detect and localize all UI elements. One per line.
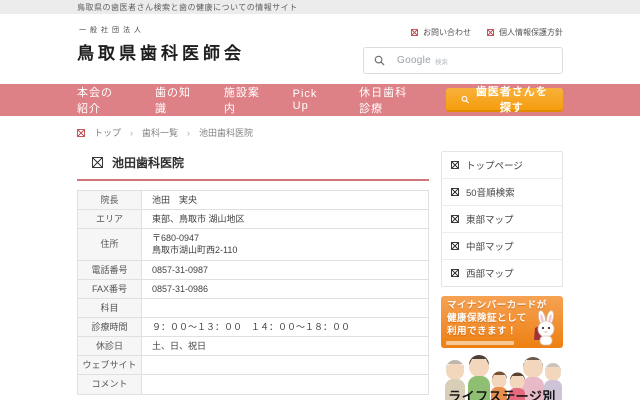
row-value: ９：００～１３：００ １４：００～１８：００ — [142, 317, 429, 336]
mynumber-rabbit-mascot-icon — [532, 310, 560, 346]
find-dentist-button[interactable]: 歯医者さんを探す — [446, 88, 563, 112]
nav-item-facilities[interactable]: 施設案内 — [224, 84, 261, 116]
sidebar-item-top-page[interactable]: トップページ — [442, 152, 562, 179]
postal-code: 〒680-0947 — [152, 233, 199, 243]
sidebar-item-label: 西部マップ — [466, 266, 514, 280]
row-value: 東部、鳥取市 湖山地区 — [142, 210, 429, 229]
row-value: 土、日、祝日 — [142, 337, 429, 356]
search-icon — [461, 94, 469, 105]
table-row: FAX番号 0857-31-0986 — [78, 279, 429, 298]
breadcrumb: トップ › 歯科一覧 › 池田歯科医院 — [65, 116, 575, 139]
site-tagline: 鳥取県の歯医者さん検索と歯の健康についての情報サイト — [77, 2, 298, 13]
home-icon — [77, 129, 85, 137]
google-watermark: Google — [397, 55, 431, 66]
header: 一般社団法人 鳥取県歯科医師会 お問い合わせ 個人情報保護方針 Googl — [0, 14, 640, 84]
sidebar-item-label: 50音順検索 — [466, 185, 515, 199]
row-label: 科目 — [78, 298, 142, 317]
broken-image-icon — [92, 157, 103, 168]
contact-link-label: お問い合わせ — [423, 27, 471, 38]
broken-image-icon — [451, 161, 459, 169]
row-label: エリア — [78, 210, 142, 229]
nav-item-about[interactable]: 本会の紹介 — [77, 84, 123, 116]
google-watermark-suffix: 検索 — [435, 56, 448, 66]
sidebar-item-label: トップページ — [466, 158, 523, 172]
org-type-label: 一般社団法人 — [79, 25, 245, 35]
row-value — [142, 298, 429, 317]
row-label: 電話番号 — [78, 260, 142, 279]
table-row: 休診日 土、日、祝日 — [78, 337, 429, 356]
breadcrumb-separator: › — [130, 128, 133, 138]
banner-text-line: ライフステージ別 — [441, 386, 563, 400]
broken-image-icon — [451, 269, 459, 277]
main-content: 池田歯科医院 院長 池田 実央 エリア 東部、鳥取市 湖山地区 住所 — [0, 139, 640, 400]
row-label: FAX番号 — [78, 279, 142, 298]
site-logo[interactable]: 一般社団法人 鳥取県歯科医師会 — [77, 25, 245, 64]
site-tagline-bar: 鳥取県の歯医者さん検索と歯の健康についての情報サイト — [0, 0, 640, 14]
table-row: コメント — [78, 375, 429, 394]
contact-link[interactable]: お問い合わせ — [411, 27, 471, 38]
nav-item-holiday-care[interactable]: 休日歯科診療 — [359, 84, 414, 116]
row-label: 休診日 — [78, 337, 142, 356]
address-line: 鳥取市湖山町西2-110 — [152, 244, 418, 256]
find-dentist-button-label: 歯医者さんを探す — [476, 83, 548, 115]
broken-image-icon — [451, 188, 459, 196]
main-nav: 本会の紹介 歯の知識 施設案内 Pick Up 休日歯科診療 歯医者さんを探す — [0, 84, 640, 116]
table-row: 住所 〒680-0947 鳥取市湖山町西2-110 — [78, 229, 429, 260]
broken-image-icon — [451, 215, 459, 223]
sidebar-item-label: 東部マップ — [466, 212, 514, 226]
broken-image-icon — [451, 242, 459, 250]
row-value: 〒680-0947 鳥取市湖山町西2-110 — [142, 229, 429, 260]
row-value: 0857-31-0986 — [142, 279, 429, 298]
sidebar-item-central-map[interactable]: 中部マップ — [442, 233, 562, 260]
sidebar-item-aiueo-search[interactable]: 50音順検索 — [442, 179, 562, 206]
row-label: 院長 — [78, 191, 142, 210]
table-row: 電話番号 0857-31-0987 — [78, 260, 429, 279]
breadcrumb-current: 池田歯科医院 — [199, 126, 253, 139]
mynumber-card-banner[interactable]: マイナンバーカードが 健康保険証として 利用できます！ — [441, 296, 563, 348]
sidebar-item-east-map[interactable]: 東部マップ — [442, 206, 562, 233]
breadcrumb-top[interactable]: トップ — [94, 126, 121, 139]
row-label: コメント — [78, 375, 142, 394]
sidebar-item-label: 中部マップ — [466, 239, 514, 253]
table-row: 科目 — [78, 298, 429, 317]
nav-item-pickup[interactable]: Pick Up — [293, 88, 327, 112]
row-value — [142, 375, 429, 394]
table-row: 院長 池田 実央 — [78, 191, 429, 210]
broken-image-icon — [411, 29, 418, 36]
table-row: 診療時間 ９：００～１３：００ １４：００～１８：００ — [78, 317, 429, 336]
breadcrumb-separator: › — [187, 128, 190, 138]
row-value: 池田 実央 — [142, 191, 429, 210]
row-value — [142, 356, 429, 375]
row-label: 住所 — [78, 229, 142, 260]
table-row: エリア 東部、鳥取市 湖山地区 — [78, 210, 429, 229]
breadcrumb-clinic-list[interactable]: 歯科一覧 — [142, 126, 178, 139]
row-label: 診療時間 — [78, 317, 142, 336]
table-row: ウェブサイト — [78, 356, 429, 375]
site-title: 鳥取県歯科医師会 — [77, 39, 245, 64]
clinic-name: 池田歯科医院 — [112, 154, 184, 171]
clinic-detail-table: 院長 池田 実央 エリア 東部、鳥取市 湖山地区 住所 〒680-0947 鳥取… — [77, 190, 429, 395]
sidebar-item-west-map[interactable]: 西部マップ — [442, 260, 562, 286]
utility-links: お問い合わせ 個人情報保護方針 — [411, 27, 563, 38]
privacy-policy-link[interactable]: 個人情報保護方針 — [487, 27, 563, 38]
privacy-policy-label: 個人情報保護方針 — [499, 27, 563, 38]
row-value: 0857-31-0987 — [142, 260, 429, 279]
google-search-input[interactable]: Google 検索 — [363, 47, 563, 74]
banner-fine-print — [446, 341, 514, 345]
lifestage-course-banner[interactable]: ライフステージ別 歯科保健講座 — [441, 355, 563, 400]
broken-image-icon — [487, 29, 494, 36]
clinic-heading: 池田歯科医院 — [77, 151, 429, 181]
sidebar: トップページ 50音順検索 東部マップ 中部マップ 西部マップ — [441, 151, 563, 400]
nav-item-tooth-knowledge[interactable]: 歯の知識 — [155, 84, 192, 116]
search-icon — [374, 55, 385, 66]
row-label: ウェブサイト — [78, 356, 142, 375]
sidebar-menu: トップページ 50音順検索 東部マップ 中部マップ 西部マップ — [441, 151, 563, 287]
